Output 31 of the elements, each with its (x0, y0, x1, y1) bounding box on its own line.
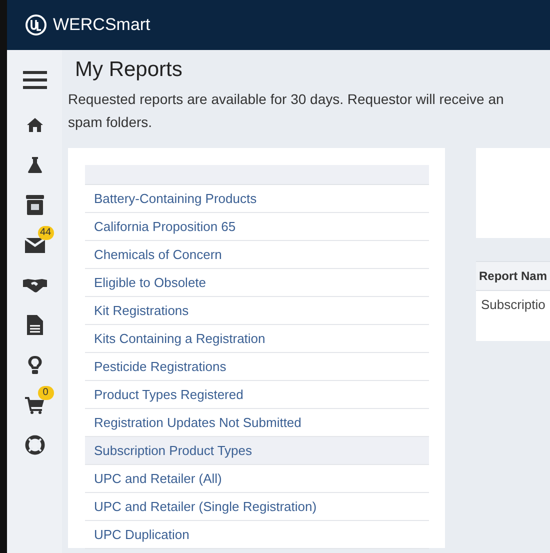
home-icon[interactable] (26, 117, 44, 133)
app-name: WERCSmart (53, 15, 150, 35)
report-link[interactable]: Product Types Registered (85, 381, 429, 409)
report-link[interactable]: Kit Registrations (85, 297, 429, 325)
envelope-icon[interactable] (24, 237, 44, 253)
report-link[interactable]: Chemicals of Concern (85, 241, 429, 269)
report-link[interactable]: Pesticide Registrations (85, 353, 429, 381)
page-title: My Reports (75, 58, 184, 82)
table-cell: Subscriptio (476, 291, 550, 341)
column-header: Report Nam (476, 261, 550, 291)
lightbulb-icon[interactable] (28, 355, 42, 375)
report-link[interactable]: Subscription Product Types (85, 437, 429, 465)
document-icon[interactable] (26, 315, 42, 335)
archive-box-icon[interactable] (26, 195, 44, 215)
logo-icon (25, 14, 47, 36)
report-link[interactable]: UPC and Retailer (Single Registration) (85, 493, 429, 521)
description-text: spam folders. (68, 113, 154, 132)
handshake-icon[interactable] (22, 277, 46, 293)
flask-icon[interactable] (26, 156, 42, 174)
report-link[interactable]: UPC Duplication (85, 521, 429, 549)
lifebuoy-icon[interactable] (24, 435, 44, 455)
report-link[interactable]: UPC and Retailer (All) (85, 465, 429, 493)
count-badge: 44 (38, 226, 54, 240)
report-link[interactable]: Kits Containing a Registration (85, 325, 429, 353)
report-link[interactable]: Eligible to Obsolete (85, 269, 429, 297)
report-link[interactable]: California Proposition 65 (85, 213, 429, 241)
count-badge: 0 (38, 386, 54, 400)
menu-icon[interactable] (22, 70, 46, 90)
report-link[interactable]: Battery-Containing Products (85, 185, 429, 213)
cart-icon[interactable] (24, 396, 44, 414)
description-text: Requested reports are available for 30 days. Requestor will receive an (68, 90, 505, 109)
